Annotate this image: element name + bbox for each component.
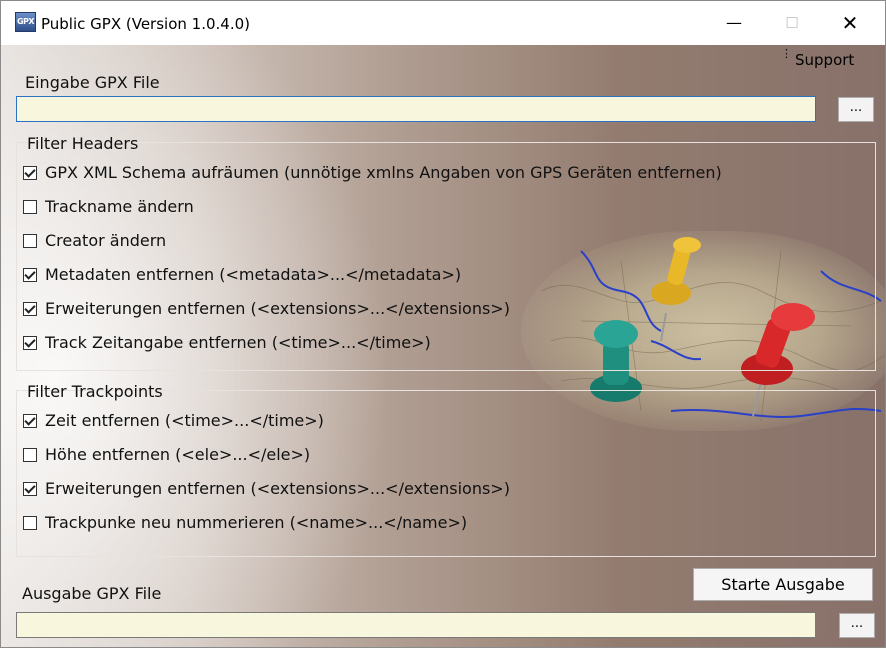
trackpoint-option-renumber[interactable]: Trackpunke neu nummerieren (<name>...</n… (23, 513, 467, 532)
minimize-button[interactable]: — (705, 1, 763, 45)
trackpoint-option-renumber-label: Trackpunke neu nummerieren (<name>...</n… (45, 513, 468, 532)
app-window: GPX Public GPX (Version 1.0.4.0) — ☐ ✕ ⋮… (0, 0, 886, 648)
start-output-button[interactable]: Starte Ausgabe (693, 568, 873, 601)
checkbox[interactable] (23, 199, 37, 214)
gpx-app-icon: GPX (15, 12, 36, 32)
header-option-schema-label: GPX XML Schema aufräumen (unnötige xmlns… (45, 163, 722, 182)
window-title: Public GPX (Version 1.0.4.0) (41, 15, 250, 33)
main-panel: ⋮ Support Eingabe GPX File ... Filter He… (1, 45, 885, 647)
checkbox[interactable] (23, 165, 37, 180)
checkbox[interactable] (23, 267, 37, 282)
input-browse-button[interactable]: ... (838, 97, 874, 122)
checkbox[interactable] (23, 233, 37, 248)
header-option-trackname[interactable]: Trackname ändern (23, 197, 194, 216)
header-option-trackname-label: Trackname ändern (45, 197, 194, 216)
trackpoint-option-time[interactable]: Zeit entfernen (<time>...</time>) (23, 411, 324, 430)
output-file-label: Ausgabe GPX File (22, 584, 162, 603)
checkbox[interactable] (23, 413, 37, 428)
checkbox[interactable] (23, 515, 37, 530)
header-option-schema[interactable]: GPX XML Schema aufräumen (unnötige xmlns… (23, 163, 722, 182)
header-option-creator[interactable]: Creator ändern (23, 231, 166, 250)
input-file-label: Eingabe GPX File (25, 73, 160, 92)
input-file-field[interactable] (16, 96, 816, 122)
filter-headers-title: Filter Headers (27, 134, 139, 153)
support-menu-label: Support (795, 51, 855, 69)
maximize-button[interactable]: ☐ (763, 1, 821, 45)
output-browse-button[interactable]: ... (839, 613, 875, 638)
header-option-extensions[interactable]: Erweiterungen entfernen (<extensions>...… (23, 299, 510, 318)
title-bar[interactable]: GPX Public GPX (Version 1.0.4.0) — ☐ ✕ (1, 1, 885, 45)
header-option-metadata-label: Metadaten entfernen (<metadata>...</meta… (45, 265, 462, 284)
filter-trackpoints-title: Filter Trackpoints (27, 382, 163, 401)
checkbox[interactable] (23, 481, 37, 496)
close-button[interactable]: ✕ (821, 1, 879, 45)
overflow-dots-icon: ⋮ (781, 47, 792, 60)
trackpoint-option-time-label: Zeit entfernen (<time>...</time>) (45, 411, 324, 430)
header-option-track-time-label: Track Zeitangabe entfernen (<time>...</t… (45, 333, 431, 352)
header-option-extensions-label: Erweiterungen entfernen (<extensions>...… (45, 299, 510, 318)
support-menu[interactable]: ⋮ Support (781, 48, 855, 69)
header-option-metadata[interactable]: Metadaten entfernen (<metadata>...</meta… (23, 265, 461, 284)
header-option-track-time[interactable]: Track Zeitangabe entfernen (<time>...</t… (23, 333, 431, 352)
output-file-field[interactable] (16, 612, 816, 638)
trackpoint-option-extensions-label: Erweiterungen entfernen (<extensions>...… (45, 479, 510, 498)
header-option-creator-label: Creator ändern (45, 231, 167, 250)
checkbox[interactable] (23, 335, 37, 350)
trackpoint-option-elevation-label: Höhe entfernen (<ele>...</ele>) (45, 445, 311, 464)
checkbox[interactable] (23, 447, 37, 462)
trackpoint-option-extensions[interactable]: Erweiterungen entfernen (<extensions>...… (23, 479, 510, 498)
checkbox[interactable] (23, 301, 37, 316)
trackpoint-option-elevation[interactable]: Höhe entfernen (<ele>...</ele>) (23, 445, 310, 464)
